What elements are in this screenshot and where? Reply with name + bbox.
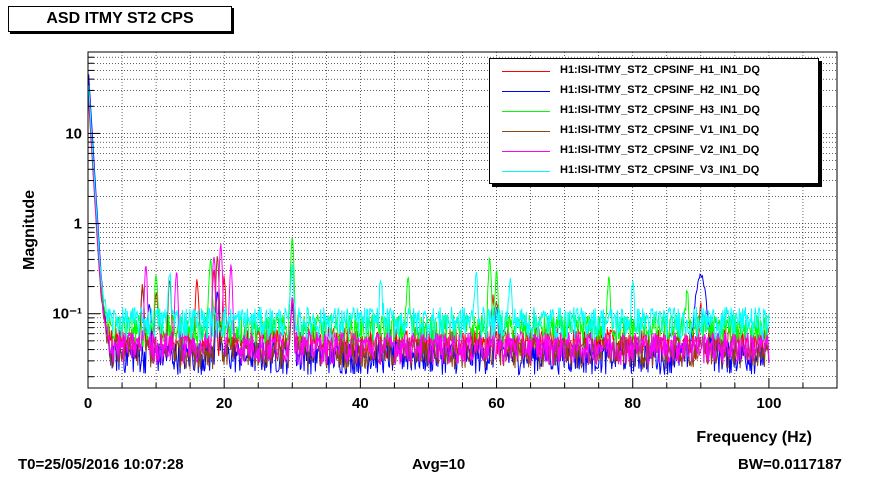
legend-entry: H1:ISI-ITMY_ST2_CPSINF_H2_IN1_DQ xyxy=(490,81,818,101)
footer-t0: T0=25/05/2016 10:07:28 xyxy=(18,456,184,473)
y-tick-label: 10⁻¹ xyxy=(52,306,82,323)
legend-label: H1:ISI-ITMY_ST2_CPSINF_H2_IN1_DQ xyxy=(560,84,760,96)
x-axis-label: Frequency (Hz) xyxy=(696,429,812,446)
legend-swatch xyxy=(502,151,550,152)
legend-swatch xyxy=(502,71,550,72)
legend-label: H1:ISI-ITMY_ST2_CPSINF_V3_IN1_DQ xyxy=(560,164,760,176)
legend-swatch xyxy=(502,91,550,92)
legend-swatch xyxy=(502,111,550,112)
y-axis-label: Magnitude xyxy=(21,190,38,270)
legend: H1:ISI-ITMY_ST2_CPSINF_H1_IN1_DQ H1:ISI-I… xyxy=(489,58,819,184)
footer-bw: BW=0.0117187 xyxy=(738,456,842,473)
legend-label: H1:ISI-ITMY_ST2_CPSINF_H3_IN1_DQ xyxy=(560,104,760,116)
legend-swatch xyxy=(502,171,550,172)
legend-entry: H1:ISI-ITMY_ST2_CPSINF_V2_IN1_DQ xyxy=(490,141,818,161)
x-tick-label: 20 xyxy=(216,395,233,412)
y-tick-label: 1 xyxy=(74,216,82,233)
legend-entry: H1:ISI-ITMY_ST2_CPSINF_H3_IN1_DQ xyxy=(490,101,818,121)
legend-entry: H1:ISI-ITMY_ST2_CPSINF_H1_IN1_DQ xyxy=(490,61,818,81)
legend-label: H1:ISI-ITMY_ST2_CPSINF_V1_IN1_DQ xyxy=(560,124,760,136)
x-tick-label: 40 xyxy=(352,395,369,412)
legend-entry: H1:ISI-ITMY_ST2_CPSINF_V3_IN1_DQ xyxy=(490,161,818,181)
chart-title: ASD ITMY ST2 CPS xyxy=(8,6,232,32)
legend-entry: H1:ISI-ITMY_ST2_CPSINF_V1_IN1_DQ xyxy=(490,121,818,141)
legend-label: H1:ISI-ITMY_ST2_CPSINF_V2_IN1_DQ xyxy=(560,144,760,156)
footer-avg: Avg=10 xyxy=(412,456,466,473)
x-tick-label: 0 xyxy=(84,395,92,412)
y-tick-label: 10 xyxy=(65,125,82,142)
legend-label: H1:ISI-ITMY_ST2_CPSINF_H1_IN1_DQ xyxy=(560,64,760,76)
x-tick-label: 80 xyxy=(624,395,641,412)
x-tick-label: 60 xyxy=(488,395,505,412)
legend-swatch xyxy=(502,131,550,132)
x-tick-label: 100 xyxy=(756,395,781,412)
